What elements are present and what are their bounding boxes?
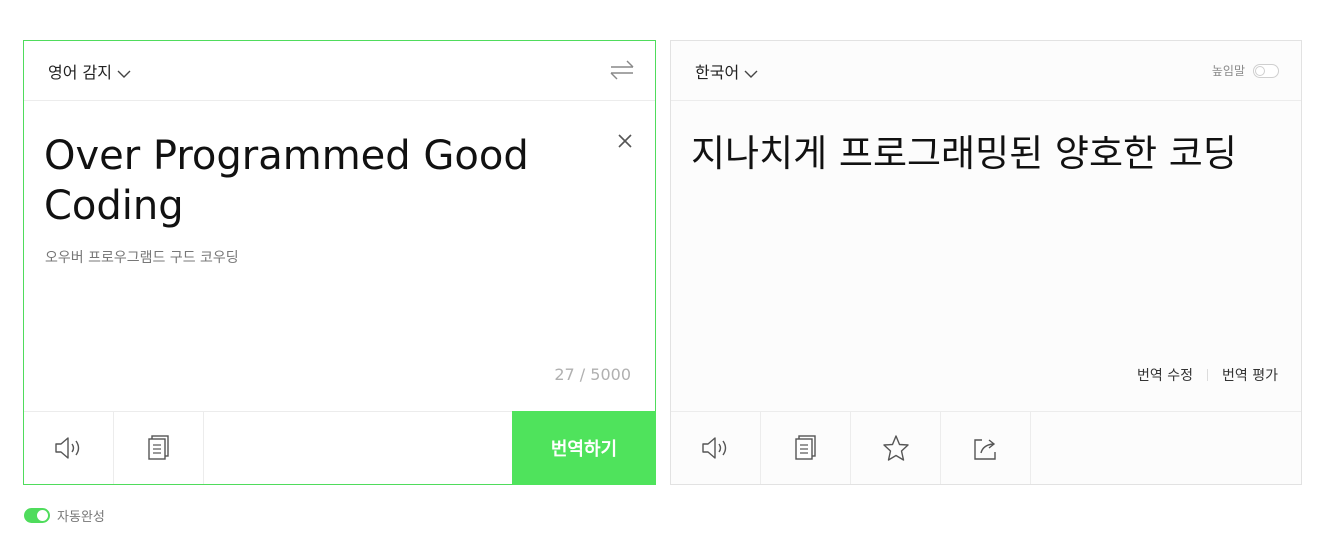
chevron-down-icon: [744, 70, 758, 78]
copy-icon: [794, 435, 816, 460]
star-icon: [882, 435, 909, 461]
autocomplete-label: 자동완성: [57, 510, 105, 525]
target-panel: 한국어 높임말 지나치게 프로그래밍된 양호한 코딩 번역 수정 번역 평가: [670, 40, 1302, 485]
share-button[interactable]: [941, 412, 1031, 484]
speaker-icon: [54, 437, 79, 459]
source-language-label: 영어 감지: [48, 63, 112, 82]
rate-translation-link[interactable]: 번역 평가: [1222, 365, 1278, 385]
speaker-icon: [701, 437, 726, 459]
pronunciation-text: 오우버 프로우그램드 구드 코우딩: [45, 250, 239, 266]
target-toolbar: [671, 411, 1301, 484]
divider: [1207, 369, 1209, 381]
copy-button[interactable]: [761, 412, 851, 484]
target-language-select[interactable]: 한국어: [695, 61, 758, 85]
translate-button[interactable]: 번역하기: [512, 411, 656, 485]
share-icon: [973, 439, 996, 460]
chevron-down-icon: [117, 70, 131, 78]
copy-button[interactable]: [114, 412, 204, 484]
swap-languages-icon[interactable]: [609, 59, 635, 81]
honorific-toggle[interactable]: [1253, 64, 1279, 78]
source-language-select[interactable]: 영어 감지: [48, 61, 131, 85]
source-text-area[interactable]: Over Programmed Good Coding: [44, 131, 564, 231]
honorific-label: 높임말: [1211, 64, 1245, 78]
translated-text: 지나치게 프로그래밍된 양호한 코딩: [691, 132, 1237, 175]
edit-translation-link[interactable]: 번역 수정: [1137, 365, 1193, 385]
honorific-control: 높임말: [1212, 61, 1279, 81]
copy-icon: [147, 435, 169, 460]
close-icon[interactable]: [615, 131, 635, 151]
listen-button[interactable]: [24, 412, 114, 484]
autocomplete-toggle[interactable]: [24, 508, 50, 523]
favorite-button[interactable]: [851, 412, 941, 484]
toggle-knob: [1255, 66, 1265, 76]
target-header: 한국어 높임말: [671, 41, 1301, 101]
target-actions: 번역 수정 번역 평가: [1137, 365, 1278, 385]
target-language-label: 한국어: [695, 63, 740, 82]
autocomplete-control: 자동완성: [24, 506, 105, 525]
source-panel: 영어 감지 Over Programmed Good Coding 오우버 프로…: [23, 40, 656, 485]
character-count: 27 / 5000: [554, 365, 631, 384]
toggle-knob: [37, 510, 48, 521]
source-header: 영어 감지: [24, 41, 655, 101]
listen-button[interactable]: [671, 412, 761, 484]
